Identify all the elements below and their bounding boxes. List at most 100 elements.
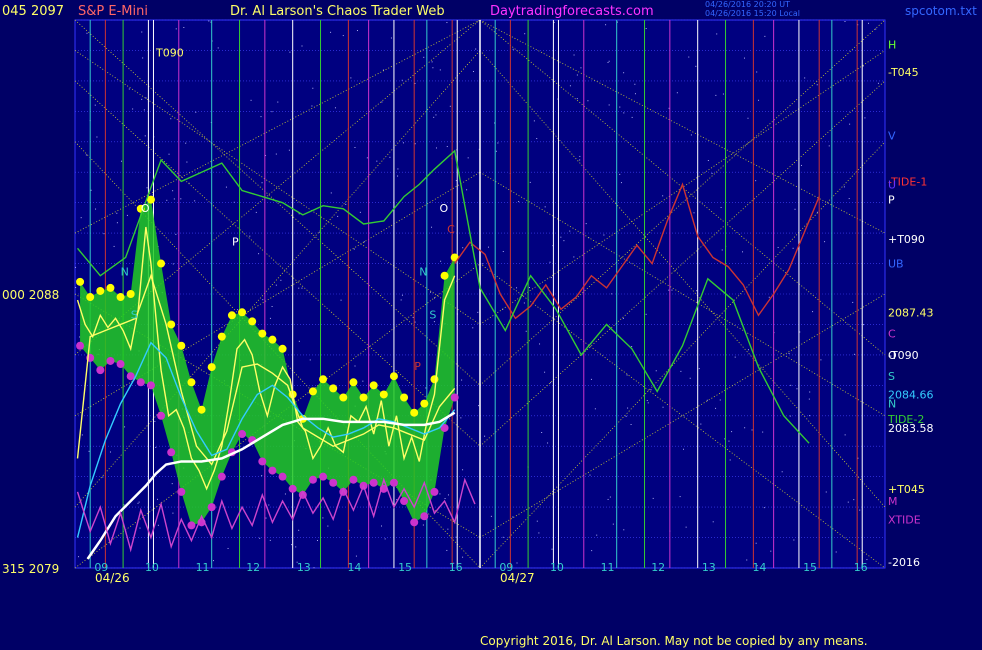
background-dot: [662, 406, 664, 408]
background-dot: [433, 116, 435, 118]
x-tick-label: 14: [752, 561, 766, 574]
background-dot: [875, 28, 877, 30]
background-dot: [853, 499, 855, 501]
background-dot: [683, 448, 685, 450]
background-dot: [608, 60, 610, 62]
background-dot: [342, 35, 344, 37]
chart-marker: P: [232, 235, 239, 248]
background-dot: [138, 501, 140, 503]
background-dot: [79, 336, 81, 338]
background-dot: [541, 431, 543, 433]
background-dot: [440, 260, 442, 262]
high-dot: [329, 384, 338, 393]
background-dot: [689, 377, 691, 379]
background-dot: [88, 450, 90, 452]
x-tick-label: 13: [702, 561, 716, 574]
y-tick-label: 315 2079: [2, 562, 59, 576]
background-dot: [237, 309, 239, 311]
background-dot: [175, 233, 177, 235]
background-dot: [327, 525, 329, 527]
background-dot: [647, 402, 649, 404]
background-dot: [536, 520, 538, 522]
background-dot: [576, 98, 578, 100]
background-dot: [172, 263, 174, 265]
background-dot: [402, 142, 404, 144]
background-dot: [120, 160, 122, 162]
high-dot: [106, 283, 115, 292]
background-dot: [762, 431, 764, 433]
chart-marker: S: [429, 308, 436, 321]
site-title: Dr. Al Larson's Chaos Trader Web: [230, 4, 445, 19]
background-dot: [143, 109, 145, 111]
background-dot: [569, 85, 571, 87]
background-dot: [142, 57, 144, 59]
background-dot: [676, 92, 678, 94]
background-dot: [462, 469, 464, 471]
background-dot: [144, 135, 146, 137]
right-level-label: H: [888, 38, 896, 51]
background-dot: [852, 301, 854, 303]
background-dot: [85, 154, 87, 156]
background-dot: [461, 379, 463, 381]
background-dot: [255, 211, 257, 213]
high-dot: [238, 308, 247, 317]
background-dot: [103, 233, 105, 235]
background-dot: [359, 211, 361, 213]
background-dot: [217, 47, 219, 49]
background-dot: [425, 387, 427, 389]
background-dot: [446, 146, 448, 148]
background-dot: [261, 475, 263, 477]
background-dot: [330, 31, 332, 33]
x-tick-label: 16: [854, 561, 868, 574]
low-dot: [278, 472, 287, 481]
background-dot: [495, 150, 497, 152]
background-dot: [746, 559, 748, 561]
header-left-label: 045 2097: [2, 4, 65, 19]
background-dot: [313, 567, 315, 569]
background-dot: [695, 65, 697, 67]
background-dot: [301, 45, 303, 47]
background-dot: [146, 187, 148, 189]
data-file-name: spcotom.txt: [905, 4, 977, 18]
background-dot: [820, 359, 822, 361]
background-dot: [788, 353, 790, 355]
low-dot: [116, 360, 125, 369]
background-dot: [446, 549, 448, 551]
background-dot: [671, 289, 673, 291]
low-dot: [420, 512, 429, 521]
background-dot: [289, 51, 291, 53]
background-dot: [768, 296, 770, 298]
background-dot: [366, 157, 368, 159]
x-tick-label: 12: [246, 561, 260, 574]
background-dot: [585, 223, 587, 225]
background-dot: [538, 532, 540, 534]
high-dot: [258, 329, 267, 338]
low-dot: [76, 341, 85, 350]
high-dot: [308, 387, 317, 396]
background-dot: [95, 208, 97, 210]
right-level-label: O: [888, 349, 897, 362]
low-dot: [167, 448, 176, 457]
background-dot: [354, 146, 356, 148]
background-dot: [435, 114, 437, 116]
background-dot: [139, 527, 141, 529]
background-dot: [275, 153, 277, 155]
background-dot: [80, 217, 82, 219]
high-dot: [349, 378, 358, 387]
background-dot: [444, 498, 446, 500]
high-dot: [167, 320, 176, 329]
background-dot: [728, 440, 730, 442]
background-dot: [502, 536, 504, 538]
high-dot: [430, 375, 439, 384]
background-dot: [547, 442, 549, 444]
background-dot: [126, 214, 128, 216]
background-dot: [809, 415, 811, 417]
background-dot: [472, 71, 474, 73]
background-dot: [75, 286, 77, 288]
high-dot: [157, 259, 166, 268]
background-dot: [298, 529, 300, 531]
background-dot: [166, 199, 168, 201]
low-dot: [450, 393, 459, 402]
site-link[interactable]: Daytradingforecasts.com: [490, 4, 654, 19]
background-dot: [86, 32, 88, 34]
